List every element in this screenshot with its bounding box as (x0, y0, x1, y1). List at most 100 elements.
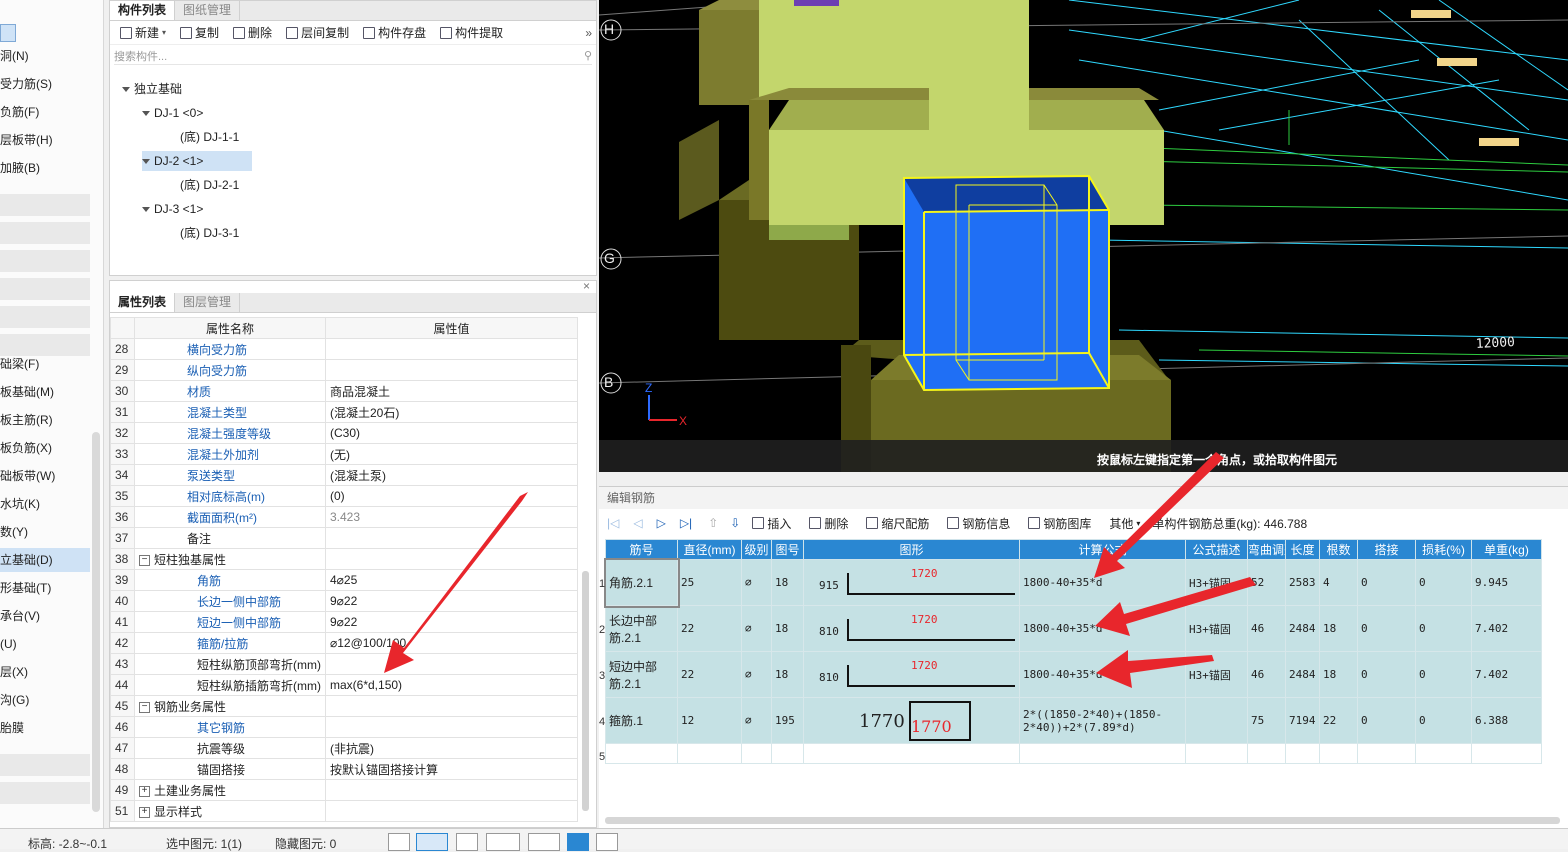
nav-item[interactable]: (U) (0, 632, 90, 656)
tree-child-dj2[interactable]: (底) DJ-2-1 (180, 175, 239, 195)
nav-item[interactable]: 负筋(F) (0, 100, 90, 124)
property-row[interactable]: 42 箍筋/拉筋 ⌀12@100/100 (110, 632, 578, 654)
rebar-cell-count[interactable]: 18 (1319, 605, 1358, 652)
rebar-column-header[interactable]: 筋号 (605, 539, 678, 560)
rebar-shape-cell[interactable]: 915 1720 (803, 559, 1020, 606)
rebar-column-header[interactable]: 直径(mm) (677, 539, 742, 560)
property-row[interactable]: 30 材质 商品混凝土 (110, 380, 578, 402)
property-value[interactable] (325, 359, 578, 381)
next-icon[interactable]: ▷ (657, 516, 666, 530)
property-row[interactable]: 39 角筋 4⌀25 (110, 569, 578, 591)
close-icon[interactable]: × (583, 279, 590, 293)
property-row[interactable]: 33 混凝土外加剂 (无) (110, 443, 578, 465)
nav-item[interactable]: 胎膜 (0, 716, 90, 740)
copy-button[interactable]: 复制 (174, 22, 225, 44)
tree-child-dj1[interactable]: (底) DJ-1-1 (180, 127, 239, 147)
snap-angle-button[interactable] (596, 833, 618, 851)
tree-root[interactable]: 独立基础 (122, 79, 182, 99)
property-row[interactable]: 51 + 显示样式 (110, 800, 578, 822)
rebar-cell-loss[interactable]: 0 (1415, 559, 1472, 606)
move-down-icon[interactable]: ⇩ (730, 516, 740, 530)
rebar-empty-cell[interactable] (1357, 743, 1416, 764)
tree-child-dj3[interactable]: (底) DJ-3-1 (180, 223, 239, 243)
snap-orthogonal-button[interactable] (388, 833, 410, 851)
property-row[interactable]: 32 混凝土强度等级 (C30) (110, 422, 578, 444)
property-value[interactable]: (混凝土20石) (325, 401, 578, 423)
rebar-cell-lap[interactable]: 0 (1357, 697, 1416, 744)
insert-button[interactable]: 插入 (746, 512, 797, 534)
rebar-column-header[interactable]: 图形 (803, 539, 1020, 560)
tree-node-dj2[interactable]: DJ-2 <1> (142, 151, 252, 171)
3d-viewport[interactable]: Z X 12000 H G B (599, 0, 1568, 472)
rebar-cell-count[interactable]: 4 (1319, 559, 1358, 606)
rebar-cell-desc[interactable]: H3+锚固 (1185, 605, 1248, 652)
rebar-column-header[interactable]: 长度 (1285, 539, 1320, 560)
property-value[interactable] (325, 338, 578, 360)
rebar-cell-bend[interactable]: 46 (1247, 651, 1286, 698)
snap-cross-button[interactable] (456, 833, 478, 851)
property-row[interactable]: 31 混凝土类型 (混凝土20石) (110, 401, 578, 423)
rebar-cell-grade[interactable]: ⌀ (741, 697, 772, 744)
property-row[interactable]: 37 备注 (110, 527, 578, 549)
more-icon[interactable]: » (585, 26, 592, 40)
prev-icon[interactable]: ◁ (633, 516, 642, 530)
nav-item[interactable]: 础板带(W) (0, 464, 90, 488)
rebar-name-cell[interactable]: 长边中部筋.2.1 (605, 605, 678, 652)
rebar-empty-cell[interactable] (1247, 743, 1286, 764)
floor-copy-button[interactable]: 层间复制 (280, 22, 355, 44)
rebar-column-header[interactable]: 损耗(%) (1415, 539, 1472, 560)
rebar-cell-lap[interactable]: 0 (1357, 605, 1416, 652)
property-value[interactable]: ⌀12@100/100 (325, 632, 578, 654)
rebar-cell-len[interactable]: 7194 (1285, 697, 1320, 744)
rebar-cell-dia[interactable]: 12 (677, 697, 742, 744)
rebar-name-cell[interactable]: 短边中部筋.2.1 (605, 651, 678, 698)
nav-item[interactable]: 层板带(H) (0, 128, 90, 152)
rebar-empty-row[interactable] (605, 743, 1542, 764)
rebar-empty-cell[interactable] (1019, 743, 1186, 764)
tab-component-list[interactable]: 构件列表 (110, 1, 176, 20)
expand-icon[interactable]: + (139, 806, 150, 818)
rebar-empty-cell[interactable] (771, 743, 804, 764)
snap-active-button[interactable] (567, 833, 589, 851)
rebar-cell-weight[interactable]: 9.945 (1471, 559, 1542, 606)
nav-item[interactable]: 数(Y) (0, 520, 90, 544)
property-row[interactable]: 40 长边一侧中部筋 9⌀22 (110, 590, 578, 612)
first-icon[interactable]: |◁ (607, 516, 619, 530)
nav-item[interactable]: 沟(G) (0, 688, 90, 712)
property-value[interactable] (325, 527, 578, 549)
property-value[interactable] (325, 716, 578, 738)
rebar-hscrollbar[interactable] (605, 817, 1560, 824)
new-button[interactable]: 新建 ▾ (114, 22, 172, 44)
property-value[interactable] (325, 800, 578, 822)
rebar-cell-count[interactable]: 18 (1319, 651, 1358, 698)
rebar-column-header[interactable]: 级别 (741, 539, 772, 560)
property-row[interactable]: 41 短边一侧中部筋 9⌀22 (110, 611, 578, 633)
rebar-column-header[interactable]: 搭接 (1357, 539, 1416, 560)
rebar-name-cell[interactable]: 箍筋.1 (605, 697, 678, 744)
property-value[interactable]: (混凝土泵) (325, 464, 578, 486)
rebar-empty-cell[interactable] (1185, 743, 1248, 764)
rebar-empty-cell[interactable] (741, 743, 772, 764)
rebar-column-header[interactable]: 图号 (771, 539, 804, 560)
rebar-row[interactable]: 短边中部筋.2.1 22 ⌀ 18 810 1720 1800-40+35*d H3+锚固 46… (605, 651, 1542, 698)
extract-component-button[interactable]: 构件提取 (434, 22, 509, 44)
rebar-cell-desc[interactable]: H3+锚固 (1185, 651, 1248, 698)
property-row[interactable]: 44 短柱纵筋插筋弯折(mm) max(6*d,150) (110, 674, 578, 696)
property-row[interactable]: 45− 钢筋业务属性 (110, 695, 578, 717)
property-value[interactable]: max(6*d,150) (325, 674, 578, 696)
rebar-cell-lap[interactable]: 0 (1357, 651, 1416, 698)
rebar-shape-cell[interactable]: 810 1720 (803, 651, 1020, 698)
tree-node-dj1[interactable]: DJ-1 <0> (142, 103, 252, 123)
nav-item[interactable]: 形基础(T) (0, 576, 90, 600)
collapse-icon[interactable]: − (139, 701, 150, 713)
rebar-cell-len[interactable]: 2484 (1285, 605, 1320, 652)
property-row[interactable]: 38− 短柱独基属性 (110, 548, 578, 570)
rebar-cell-weight[interactable]: 7.402 (1471, 651, 1542, 698)
rebar-cell-fig[interactable]: 18 (771, 651, 804, 698)
rebar-empty-cell[interactable] (677, 743, 742, 764)
rebar-cell-desc[interactable]: H3+锚固 (1185, 559, 1248, 606)
rebar-cell-formula[interactable]: 1800-40+35*d (1019, 651, 1186, 698)
rebar-row[interactable]: 箍筋.1 12 ⌀ 195 1770 1770 2*((1850-2*40)+(1850-2… (605, 697, 1542, 744)
rebar-empty-cell[interactable] (605, 743, 678, 764)
property-value[interactable]: 9⌀22 (325, 611, 578, 633)
